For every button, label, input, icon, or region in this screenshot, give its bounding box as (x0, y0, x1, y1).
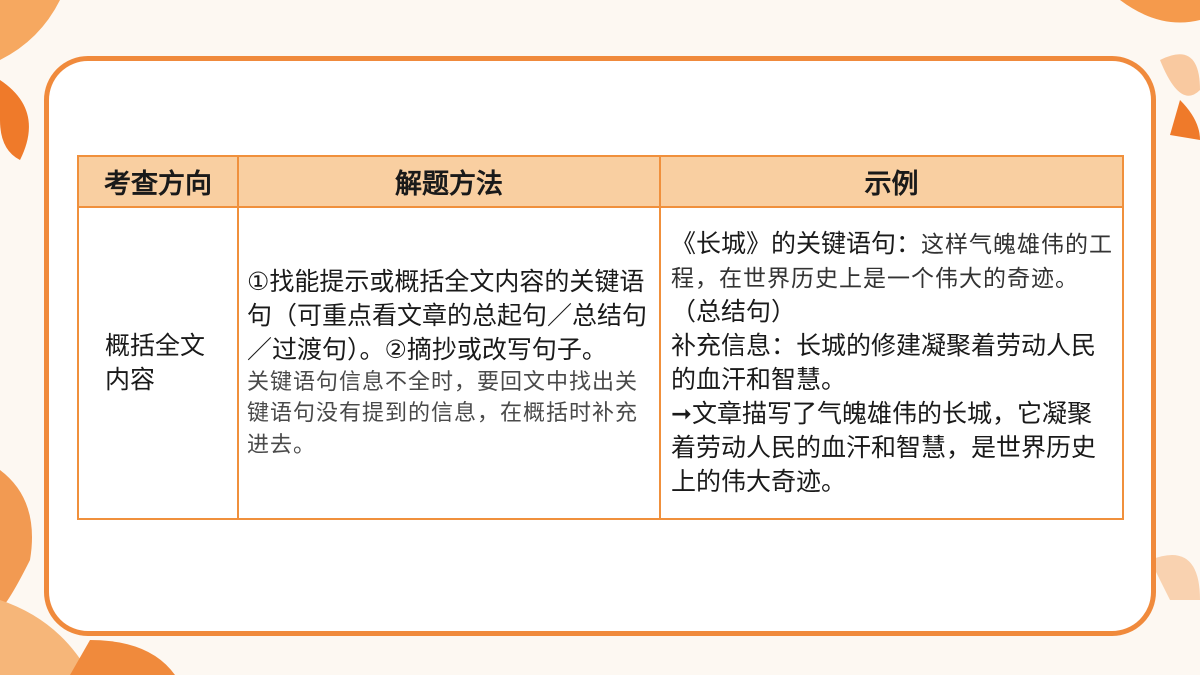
example-tag: （总结句） (671, 297, 797, 327)
leaf-right-mid (1170, 100, 1200, 140)
leaf-left-upper (0, 80, 29, 160)
leaf-bottom-left-2 (70, 640, 175, 675)
table-header-row: 考查方向 解题方法 示例 (77, 155, 1124, 208)
example-lead: 《长城》的关键语句： (671, 228, 922, 258)
header-direction: 考查方向 (77, 155, 239, 208)
header-example: 示例 (659, 155, 1124, 208)
header-method: 解题方法 (237, 155, 661, 208)
direction-cell: 概括全文内容 (77, 206, 239, 520)
example-supplement: 补充信息：长城的修建凝聚着劳动人民的血汗和智慧。 (671, 331, 1097, 395)
table-row: 概括全文内容 ①找能提示或概括全文内容的关键语句（可重点看文章的总起句／总结句／… (77, 206, 1124, 520)
leaf-right-lower (1150, 555, 1200, 600)
example-cell: 《长城》的关键语句：这样气魄雄伟的工程，在世界历史上是一个伟大的奇迹。（总结句）… (659, 206, 1124, 520)
example-conclusion: ➞文章描写了气魄雄伟的长城，它凝聚着劳动人民的血汗和智慧，是世界历史上的伟大奇迹… (671, 399, 1097, 497)
method-table: 考查方向 解题方法 示例 概括全文内容 ①找能提示或概括全文内容的关键语句（可重… (77, 155, 1124, 520)
leaf-left-lower (0, 470, 32, 610)
example-key-sentence: 《长城》的关键语句：这样气魄雄伟的工程，在世界历史上是一个伟大的奇迹。（总结句） (671, 227, 1114, 330)
leaf-top-left (0, 0, 60, 60)
method-cell: ①找能提示或概括全文内容的关键语句（可重点看文章的总起句／总结句／过渡句）。②摘… (237, 206, 661, 520)
method-note: 关键语句信息不全时，要回文中找出关键语句没有提到的信息，在概括时补充进去。 (247, 370, 639, 458)
method-main-text: ①找能提示或概括全文内容的关键语句（可重点看文章的总起句／总结句／过渡句）。②摘… (247, 267, 648, 365)
leaf-right-upper (1160, 54, 1200, 96)
leaf-top-right (1120, 0, 1200, 23)
